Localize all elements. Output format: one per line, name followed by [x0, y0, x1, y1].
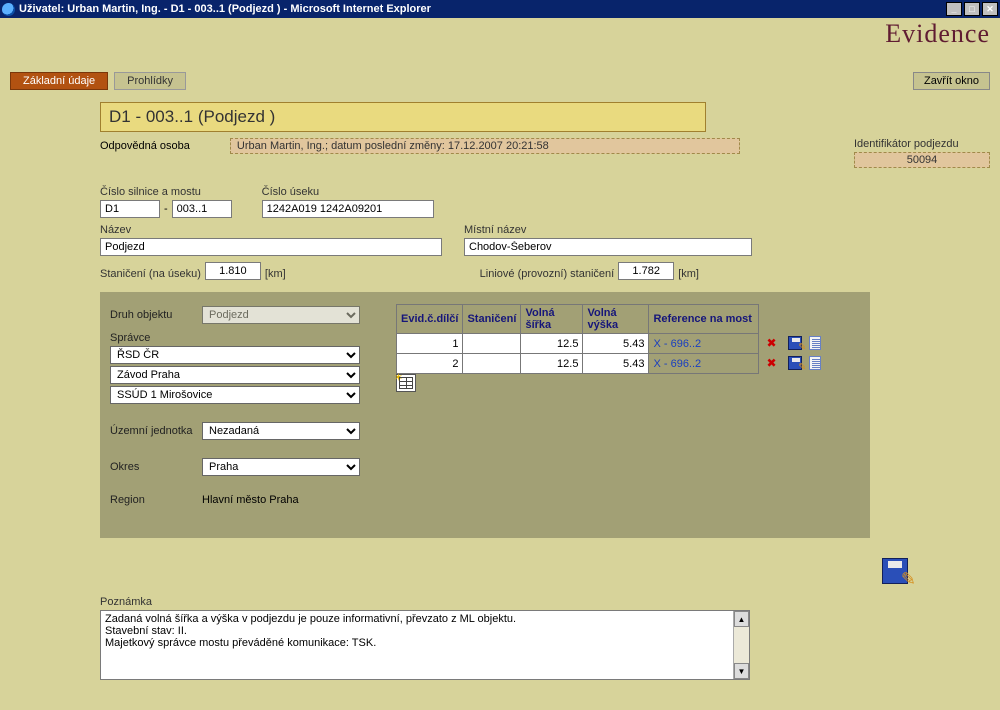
- row1-width[interactable]: [521, 334, 582, 353]
- col-free-height: Volná výška: [583, 305, 649, 334]
- local-name-label: Místní název: [464, 224, 752, 236]
- note-textarea[interactable]: [101, 611, 733, 679]
- km-unit-2: [km]: [678, 268, 699, 280]
- admin-label: Správce: [110, 332, 150, 344]
- territorial-unit-label: Územní jednotka: [110, 425, 202, 437]
- delete-icon[interactable]: [766, 356, 782, 372]
- name-label: Název: [100, 224, 442, 236]
- page-icon[interactable]: [809, 356, 821, 370]
- detail-panel: Druh objektu Podjezd Správce ŘSD ČR Závo…: [100, 292, 870, 538]
- region-value: Hlavní město Praha: [202, 494, 299, 506]
- admin2-combo[interactable]: Závod Praha: [110, 366, 360, 384]
- section-no-label: Číslo úseku: [262, 186, 434, 198]
- name-input[interactable]: [100, 238, 442, 256]
- scroll-down-icon[interactable]: ▼: [734, 663, 749, 679]
- responsible-label: Odpovědná osoba: [100, 138, 190, 152]
- district-label: Okres: [110, 461, 202, 473]
- table-row: X - 696..2: [397, 354, 831, 374]
- tabs: Základní údaje Prohlídky Zavřít okno: [0, 72, 1000, 90]
- section-no-input[interactable]: [262, 200, 434, 218]
- row2-ref[interactable]: X - 696..2: [649, 354, 759, 374]
- object-type-combo: Podjezd: [202, 306, 360, 324]
- col-free-width: Volná šířka: [521, 305, 583, 334]
- territorial-unit-combo[interactable]: Nezadaná: [202, 422, 360, 440]
- app-header: Evidence: [0, 18, 1000, 50]
- tab-basic[interactable]: Základní údaje: [10, 72, 108, 90]
- km-unit-1: [km]: [265, 268, 286, 280]
- close-window-button[interactable]: ✕: [982, 2, 998, 16]
- window-title: Uživatel: Urban Martin, Ing. - D1 - 003.…: [19, 3, 944, 15]
- road-no-input[interactable]: [100, 200, 160, 218]
- identifier-value: 50094: [854, 152, 990, 168]
- save-edit-icon[interactable]: [788, 336, 802, 350]
- row1-partial[interactable]: [397, 334, 462, 353]
- admin1-combo[interactable]: ŘSD ČR: [110, 346, 360, 364]
- line-stationing-label: Liniové (provozní) staničení: [480, 268, 615, 280]
- object-type-label: Druh objektu: [110, 309, 202, 321]
- tab-inspections[interactable]: Prohlídky: [114, 72, 186, 90]
- road-bridge-label: Číslo silnice a mostu: [100, 186, 232, 198]
- row2-width[interactable]: [521, 354, 582, 373]
- row2-partial[interactable]: [397, 354, 462, 373]
- identifier-label: Identifikátor podjezdu: [854, 138, 990, 150]
- titlebar: Uživatel: Urban Martin, Ing. - D1 - 003.…: [0, 0, 1000, 18]
- page-icon[interactable]: [809, 336, 821, 350]
- admin3-combo[interactable]: SSÚD 1 Mirošovice: [110, 386, 360, 404]
- maximize-button[interactable]: □: [964, 2, 980, 16]
- page-title: D1 - 003..1 (Podjezd ): [100, 102, 706, 132]
- region-label: Region: [110, 494, 202, 506]
- save-edit-icon[interactable]: [788, 356, 802, 370]
- add-row-button[interactable]: ✶: [396, 374, 416, 392]
- row1-height[interactable]: [583, 334, 648, 353]
- scroll-up-icon[interactable]: ▲: [734, 611, 749, 627]
- row1-stationing[interactable]: [463, 334, 520, 353]
- local-name-input[interactable]: [464, 238, 752, 256]
- grid-icon: [399, 377, 413, 389]
- row1-ref[interactable]: X - 696..2: [649, 334, 759, 354]
- stationing-label: Staničení (na úseku): [100, 268, 201, 280]
- row2-stationing[interactable]: [463, 354, 520, 373]
- col-ref: Reference na most: [649, 305, 759, 334]
- brand-text: Evidence: [885, 19, 990, 49]
- note-label: Poznámka: [100, 596, 750, 608]
- row2-height[interactable]: [583, 354, 648, 373]
- line-stationing-input[interactable]: [618, 262, 674, 280]
- table-row: X - 696..2: [397, 334, 831, 354]
- delete-icon[interactable]: [766, 336, 782, 352]
- note-scrollbar[interactable]: ▲ ▼: [733, 611, 749, 679]
- save-page-button[interactable]: ✎: [882, 558, 908, 584]
- ie-icon: [2, 3, 15, 16]
- stationing-input[interactable]: [205, 262, 261, 280]
- district-combo[interactable]: Praha: [202, 458, 360, 476]
- minimize-button[interactable]: _: [946, 2, 962, 16]
- col-stationing: Staničení: [463, 305, 521, 334]
- close-button[interactable]: Zavřít okno: [913, 72, 990, 90]
- bridge-no-input[interactable]: [172, 200, 232, 218]
- responsible-value: Urban Martin, Ing.; datum poslední změny…: [230, 138, 740, 154]
- col-partial: Evid.č.dílčí: [397, 305, 463, 334]
- dimensions-table: Evid.č.dílčí Staničení Volná šířka Volná…: [396, 304, 831, 374]
